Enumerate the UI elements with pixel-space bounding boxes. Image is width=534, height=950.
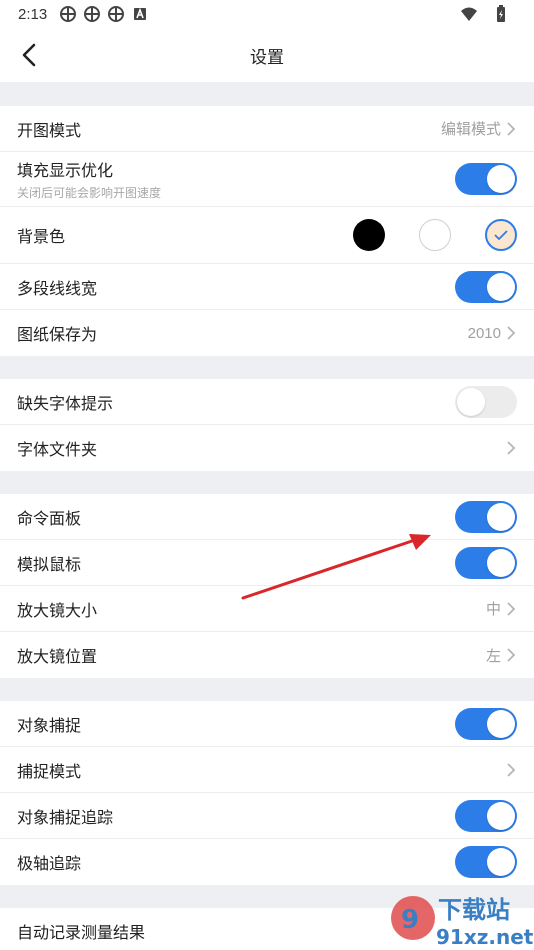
svg-text:9: 9 [401, 905, 419, 935]
page-title: 设置 [250, 47, 284, 67]
toggle-knob [457, 387, 485, 416]
setting-row-missing-font: 缺失字体提示 [0, 379, 534, 425]
navigation-bar: 设置 [0, 28, 534, 82]
chevron-right-icon [507, 441, 516, 455]
setting-label: 开图模式 [17, 122, 82, 140]
back-arrow-icon [22, 43, 36, 67]
chevron-right-icon [507, 648, 516, 662]
status-bar: 2:13 [0, 0, 534, 28]
setting-label: 图纸保存为 [17, 327, 98, 344]
command-panel-toggle[interactable] [455, 500, 517, 533]
watermark-domain: 91xz.net [436, 925, 534, 949]
toggle-knob [487, 848, 515, 876]
setting-value: 编辑模式 [440, 121, 501, 138]
setting-value: 2010 [467, 324, 501, 342]
snap-tracking-toggle[interactable] [455, 799, 517, 832]
setting-label: 命令面板 [17, 510, 82, 528]
setting-label: 极轴追踪 [17, 856, 82, 873]
polar-tracking-toggle[interactable] [455, 846, 517, 878]
toggle-knob [487, 165, 515, 193]
chevron-right-icon [507, 121, 516, 136]
setting-label: 对象捕捉 [17, 717, 82, 735]
wifi-icon [461, 7, 477, 21]
back-button[interactable] [14, 40, 44, 70]
chevron-right-icon [507, 601, 516, 616]
status-time: 2:13 [18, 5, 48, 23]
setting-sublabel: 关闭后可能会影响开图速度 [17, 186, 162, 200]
annotation-arrow [241, 534, 431, 600]
setting-row-magnifier-position[interactable]: 放大镜位置 左 [0, 632, 534, 678]
setting-row-snap-mode[interactable]: 捕捉模式 [0, 747, 534, 793]
chevron-right-icon [507, 762, 516, 777]
setting-row-font-folder[interactable]: 字体文件夹 [0, 425, 534, 471]
toggle-knob [487, 502, 515, 531]
setting-row-save-as[interactable]: 图纸保存为 2010 [0, 310, 534, 356]
setting-row-polyline-width: 多段线线宽 [0, 264, 534, 310]
setting-row-snap-tracking: 对象捕捉追踪 [0, 793, 534, 839]
settings-group-display: 开图模式 编辑模式 填充显示优化 关闭后可能会影响开图速度 背景色 多段线线宽 [0, 106, 534, 356]
setting-row-polar-tracking: 极轴追踪 [0, 839, 534, 885]
setting-label: 多段线线宽 [17, 280, 98, 298]
battery-icon [497, 5, 505, 22]
app-notification-icon [108, 6, 125, 22]
setting-label: 自动记录测量结果 [17, 925, 146, 942]
setting-label: 放大镜大小 [17, 602, 98, 620]
swatch-white[interactable] [419, 219, 451, 251]
setting-label: 背景色 [17, 229, 66, 246]
a-badge-icon [134, 7, 147, 20]
toggle-knob [487, 801, 515, 830]
setting-value: 左 [485, 647, 501, 665]
setting-label: 缺失字体提示 [17, 395, 114, 413]
setting-label: 字体文件夹 [17, 442, 98, 459]
app-notification-icon [60, 6, 77, 22]
object-snap-toggle[interactable] [455, 707, 517, 740]
checkmark-icon [494, 230, 508, 241]
polyline-width-toggle[interactable] [455, 270, 517, 303]
missing-font-toggle[interactable] [455, 385, 517, 418]
chevron-right-icon [507, 326, 516, 340]
setting-row-fill-display: 填充显示优化 关闭后可能会影响开图速度 [0, 152, 534, 207]
setting-value: 中 [485, 601, 501, 618]
setting-row-object-snap: 对象捕捉 [0, 701, 534, 747]
toggle-knob [487, 709, 515, 738]
setting-row-open-mode[interactable]: 开图模式 编辑模式 [0, 106, 534, 152]
simulate-mouse-toggle[interactable] [455, 546, 517, 579]
swatch-beige-selected[interactable] [485, 219, 517, 251]
setting-label: 对象捕捉追踪 [17, 809, 114, 827]
setting-label: 填充显示优化 [17, 163, 114, 180]
settings-group-fonts: 缺失字体提示 字体文件夹 [0, 379, 534, 471]
toggle-knob [487, 548, 515, 577]
watermark-logo: 9 下载站 91xz.net [391, 896, 534, 949]
app-notification-icon [84, 6, 101, 22]
settings-group-snap: 对象捕捉 捕捉模式 对象捕捉追踪 极轴追踪 [0, 701, 534, 885]
watermark-brand: 下载站 [438, 896, 510, 924]
toggle-knob [487, 272, 515, 301]
setting-label: 放大镜位置 [17, 649, 98, 666]
setting-label: 模拟鼠标 [17, 556, 82, 574]
swatch-black[interactable] [353, 219, 385, 251]
setting-row-background-color: 背景色 [0, 207, 534, 264]
setting-label: 捕捉模式 [17, 763, 82, 781]
fill-display-toggle[interactable] [455, 163, 517, 195]
